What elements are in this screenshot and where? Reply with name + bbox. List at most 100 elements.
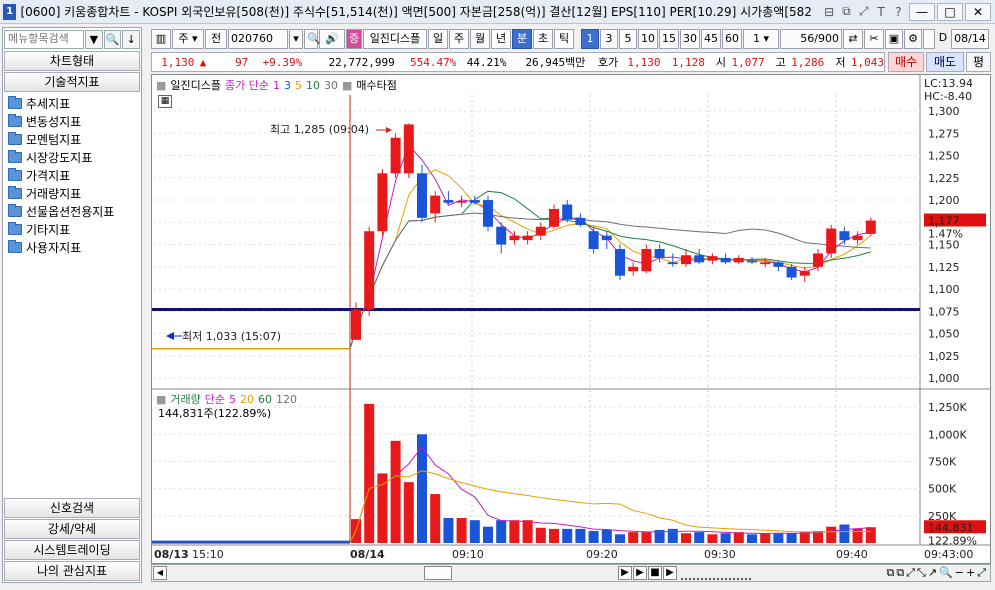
interval-button-2[interactable]: 5	[619, 29, 637, 49]
indicator-category-7[interactable]: 기타지표	[3, 220, 141, 238]
zoom-box-icon[interactable]: ⧉	[886, 566, 896, 580]
search-icon[interactable]: 🔍	[103, 29, 122, 49]
fit-icon[interactable]: ⤡	[917, 566, 928, 580]
maximize-button[interactable]: □	[937, 2, 964, 21]
indicator-category-6[interactable]: 선물옵션전용지표	[3, 202, 141, 220]
price-tick-label: 1,025	[928, 350, 960, 363]
market-button[interactable]: 전	[205, 29, 227, 49]
scroll-thumb[interactable]	[424, 566, 452, 580]
chart-scrollbar[interactable]: ◀ ▶ ▶ ■ ▶ ⧉ ⧉ ⤢ ⤡ ↗ 🔍 − + ⤢	[151, 564, 991, 582]
period-button-1[interactable]: 주	[449, 29, 469, 49]
period-button-4[interactable]: 분	[512, 29, 532, 49]
grid-toggle-icon[interactable]: ▦	[158, 95, 172, 108]
stop-icon[interactable]: ■	[648, 566, 662, 580]
period-button-5[interactable]: 초	[533, 29, 553, 49]
period-button-2[interactable]: 월	[470, 29, 490, 49]
sound-icon[interactable]: 🔊	[319, 29, 345, 49]
system-trading-button[interactable]: 시스템트레이딩	[4, 540, 140, 560]
menu-search-input[interactable]	[4, 29, 84, 49]
volume-bar	[443, 518, 454, 543]
strength-button[interactable]: 강세/약세	[4, 519, 140, 539]
zoom-box2-icon[interactable]: ⧉	[896, 566, 906, 580]
font-icon[interactable]: T	[872, 5, 889, 19]
sell-button[interactable]: 매도	[926, 52, 964, 72]
interval-button-4[interactable]: 15	[659, 29, 679, 49]
period-button-0[interactable]: 일	[428, 29, 448, 49]
indicator-category-4[interactable]: 가격지표	[3, 166, 141, 184]
tile-icon[interactable]: ⊟	[820, 5, 837, 19]
x-axis-label: 08/14	[350, 548, 385, 561]
interval-button-3[interactable]: 10	[638, 29, 658, 49]
volume-bar	[747, 534, 757, 543]
price-tick-label: 1,275	[928, 127, 960, 140]
speed-slider[interactable]	[681, 566, 751, 580]
indicator-category-8[interactable]: 사용자지표	[3, 238, 141, 256]
high-label: 고	[775, 56, 786, 69]
candle-body	[549, 208, 559, 227]
stock-name-label[interactable]: 일진디스플	[363, 29, 427, 49]
zoom-out-icon[interactable]: −	[955, 566, 966, 580]
count-select[interactable]: 1 ▾	[743, 29, 779, 49]
play-icon[interactable]: ▶	[633, 566, 647, 580]
date-input[interactable]: 08/14	[951, 29, 989, 49]
copy-window-icon[interactable]: ⧉	[838, 4, 855, 19]
candle-body	[390, 137, 401, 174]
title-bar: 1 [0600] 키움종합차트 - KOSPI 외국인보유[508(천)] 주식…	[0, 0, 995, 24]
display-count[interactable]: 56/900	[780, 29, 842, 49]
x-axis-label: 15:10	[192, 548, 224, 561]
technical-indicator-header[interactable]: 기술적지표	[4, 72, 140, 92]
open-label: 시	[715, 56, 727, 69]
indicator-category-5[interactable]: 거래량지표	[3, 184, 141, 202]
turnover-rate: 44.21%	[466, 55, 507, 69]
indicator-category-0[interactable]: 추세지표	[3, 94, 141, 112]
buy-button[interactable]: 매수	[888, 52, 924, 72]
my-indicators-button[interactable]: 나의 관심지표	[4, 561, 140, 581]
flat-button[interactable]: 평	[966, 52, 991, 72]
period-select[interactable]: 주 ▾	[172, 29, 204, 49]
resize-icon[interactable]: ⤢	[855, 4, 872, 19]
zoom-in-icon[interactable]: +	[966, 566, 977, 580]
market-badge: 증	[346, 29, 362, 49]
zoom-tools: ⧉ ⧉ ⤢ ⤡ ↗ 🔍 − + ⤢	[886, 566, 988, 580]
dropdown-arrow-icon[interactable]: ▼	[85, 29, 103, 49]
interval-button-5[interactable]: 30	[680, 29, 700, 49]
indicator-category-1[interactable]: 변동성지표	[3, 112, 141, 130]
volume-legend-ma-5: 5	[229, 392, 237, 406]
scroll-left-icon[interactable]: ◀	[153, 566, 167, 580]
fast-forward-icon[interactable]: ▶	[663, 566, 677, 580]
play-prev-icon[interactable]: ▶	[618, 566, 632, 580]
code-dropdown-icon[interactable]: ▾	[289, 29, 303, 49]
trend-icon[interactable]: ⤢	[906, 566, 917, 580]
code-search-icon[interactable]: 🔍	[304, 29, 321, 49]
period-button-3[interactable]: 년	[491, 29, 511, 49]
interval-button-1[interactable]: 3	[600, 29, 618, 49]
help-icon[interactable]: ?	[890, 5, 907, 19]
zoom-icon[interactable]: 🔍	[939, 566, 955, 580]
chart-settings-icon[interactable]: ▥	[151, 29, 171, 49]
save-icon[interactable]: ▣	[885, 29, 903, 49]
cursor-icon[interactable]: ⇄	[843, 29, 863, 49]
expand-icon[interactable]: ⤢	[977, 566, 988, 580]
period-button-6[interactable]: 틱	[554, 29, 574, 49]
interval-button-0[interactable]: 1	[581, 29, 599, 49]
date-checkbox[interactable]	[923, 29, 935, 49]
legend-stock-name[interactable]: 일진디스플	[170, 77, 221, 93]
arrow-icon[interactable]: ↗	[928, 566, 939, 580]
chart-svg[interactable]: 1,0001,0251,0501,0751,1001,1251,1501,175…	[152, 75, 990, 563]
chart-area[interactable]: 1,0001,0251,0501,0751,1001,1251,1501,175…	[151, 74, 991, 564]
signal-search-button[interactable]: 신호검색	[4, 498, 140, 518]
chart-type-header[interactable]: 차트형태	[4, 51, 140, 71]
interval-button-7[interactable]: 60	[722, 29, 742, 49]
indicator-category-2[interactable]: 모멘텀지표	[3, 130, 141, 148]
indicator-category-3[interactable]: 시장강도지표	[3, 148, 141, 166]
interval-button-6[interactable]: 45	[701, 29, 721, 49]
legend-ma-1: 1	[273, 78, 280, 92]
line-tool-icon[interactable]: ✂	[864, 29, 884, 49]
low-value: 1,043	[850, 55, 885, 69]
close-button[interactable]: ✕	[965, 2, 992, 21]
stock-code-input[interactable]: 020760	[228, 29, 288, 49]
folder-icon	[8, 167, 22, 181]
minimize-button[interactable]: —	[909, 2, 936, 21]
gear-icon[interactable]: ⚙	[904, 29, 922, 49]
down-arrow-icon[interactable]: ↓	[122, 29, 141, 49]
